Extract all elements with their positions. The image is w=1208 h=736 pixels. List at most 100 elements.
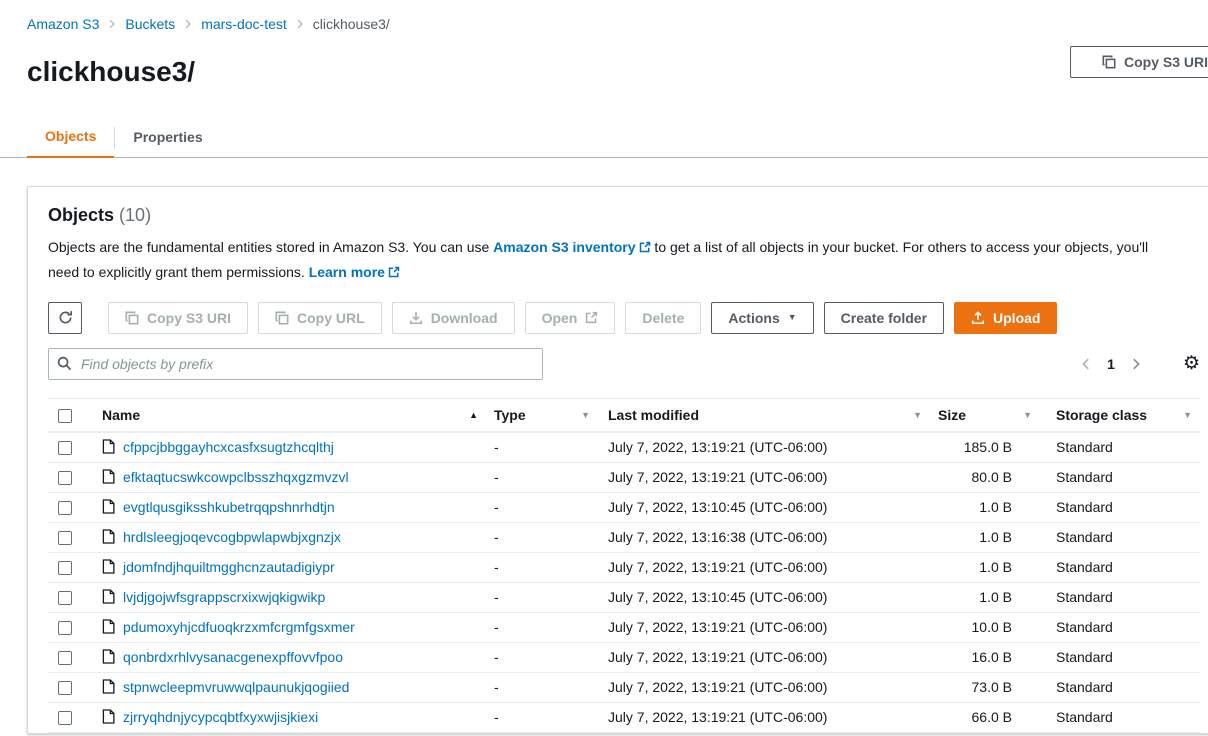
column-header-last-modified[interactable]: Last modified [608,407,699,423]
tab-objects[interactable]: Objects [27,128,114,158]
column-header-size[interactable]: Size [938,407,966,423]
object-size: 73.0 B [930,672,1040,702]
table-row: jdomfndjhquiltmgghcnzautadigiypr-July 7,… [48,552,1200,582]
sort-ascending-icon[interactable]: ▲ [469,410,478,420]
chevron-right-icon [183,19,193,29]
object-size: 80.0 B [930,462,1040,492]
table-row: lvjdjgojwfsgrappscrxixwjqkigwikp -July 7,… [48,582,1200,612]
object-storage-class: Standard [1040,432,1200,462]
row-checkbox[interactable] [58,441,72,455]
object-name-link[interactable]: stpnwcleepmvruwwqlpaunukjqogiied [123,679,349,695]
file-icon [102,529,115,544]
object-storage-class: Standard [1040,612,1200,642]
upload-button[interactable]: Upload [954,302,1057,334]
object-type: - [486,582,598,612]
file-icon [102,469,115,484]
sort-icon[interactable]: ▼ [913,410,922,420]
chevron-right-icon [107,19,117,29]
external-link-icon [585,311,598,324]
object-last-modified: July 7, 2022, 13:10:45 (UTC-06:00) [598,492,930,522]
chevron-right-icon [295,19,305,29]
object-name-link[interactable]: zjrryqhdnjycypcqbtfxyxwjisjkiexi [123,709,318,725]
download-button[interactable]: Download [392,302,515,334]
object-type: - [486,672,598,702]
row-checkbox[interactable] [58,591,72,605]
object-type: - [486,612,598,642]
pagination: 1 ⚙ [1079,354,1200,373]
select-all-checkbox[interactable] [58,409,72,423]
settings-gear-icon[interactable]: ⚙ [1183,354,1200,373]
breadcrumb: Amazon S3 Buckets mars-doc-test clickhou… [0,0,1208,32]
refresh-button[interactable] [48,302,82,334]
column-header-name[interactable]: Name [102,407,140,423]
copy-url-button[interactable]: Copy URL [258,302,382,334]
page-number[interactable]: 1 [1107,356,1115,372]
object-last-modified: July 7, 2022, 13:19:21 (UTC-06:00) [598,432,930,462]
object-last-modified: July 7, 2022, 13:19:21 (UTC-06:00) [598,462,930,492]
object-type: - [486,642,598,672]
copy-icon [1102,55,1116,69]
row-checkbox[interactable] [58,561,72,575]
copy-s3-uri-header-button[interactable]: Copy S3 URI [1070,46,1208,78]
object-name-link[interactable]: lvjdjgojwfsgrappscrxixwjqkigwikp [123,589,325,605]
table-row: efktaqtucswkcowpclbsszhqxgzmvzvl -July 7,… [48,462,1200,492]
object-name-link[interactable]: pdumoxyhjcdfuoqkrzxmfcrgmfgsxmer [123,619,355,635]
object-type: - [486,552,598,582]
object-name-link[interactable]: cfppcjbbggayhcxcasfxsugtzhcqlthj [123,439,334,455]
row-checkbox[interactable] [58,621,72,635]
object-size: 1.0 B [930,552,1040,582]
object-storage-class: Standard [1040,492,1200,522]
objects-panel: Objects (10) Objects are the fundamental… [27,186,1208,734]
page-header: clickhouse3/ [0,32,1208,88]
row-checkbox[interactable] [58,681,72,695]
column-header-storage-class[interactable]: Storage class [1056,407,1147,423]
breadcrumb-buckets[interactable]: Buckets [125,16,175,32]
breadcrumb-amazon-s3[interactable]: Amazon S3 [27,16,99,32]
tab-properties[interactable]: Properties [115,129,220,157]
row-checkbox[interactable] [58,471,72,485]
object-name-link[interactable]: jdomfndjhquiltmgghcnzautadigiypr [123,559,335,575]
file-icon [102,649,115,664]
table-row: qonbrdxrhlvysanacgenexpffovvfpoo-July 7,… [48,642,1200,672]
delete-button[interactable]: Delete [625,302,701,334]
copy-icon [125,311,139,325]
object-last-modified: July 7, 2022, 13:19:21 (UTC-06:00) [598,672,930,702]
search-box [48,348,543,380]
objects-description: Objects are the fundamental entities sto… [48,236,1183,286]
learn-more-link[interactable]: Learn more [309,264,400,280]
table-row: stpnwcleepmvruwwqlpaunukjqogiied -July 7,… [48,672,1200,702]
file-icon [102,439,115,454]
create-folder-button[interactable]: Create folder [824,302,944,334]
object-type: - [486,462,598,492]
copy-s3-uri-button[interactable]: Copy S3 URI [108,302,248,334]
table-header-row: Name ▲ Type ▼ Last modified ▼ Size ▼ [48,398,1200,432]
row-checkbox[interactable] [58,711,72,725]
object-name-link[interactable]: efktaqtucswkcowpclbsszhqxgzmvzvl [123,469,349,485]
search-input[interactable] [48,348,543,380]
object-name-link[interactable]: evgtlqusgiksshkubetrqqpshnrhdtjn [123,499,335,515]
previous-page-button[interactable] [1079,357,1093,371]
row-checkbox[interactable] [58,501,72,515]
sort-icon[interactable]: ▼ [1183,410,1192,420]
row-checkbox[interactable] [58,531,72,545]
row-checkbox[interactable] [58,651,72,665]
actions-dropdown-button[interactable]: Actions ▼ [711,302,813,334]
objects-toolbar: Copy S3 URI Copy URL Download Open [48,302,1200,334]
external-link-icon [639,240,651,256]
page-title: clickhouse3/ [27,56,1208,88]
object-storage-class: Standard [1040,642,1200,672]
table-row: zjrryqhdnjycypcqbtfxyxwjisjkiexi-July 7,… [48,702,1200,732]
object-storage-class: Standard [1040,582,1200,612]
object-name-link[interactable]: hrdlsleegjoqevcogbpwlapwbjxgnzjx [123,529,341,545]
sort-icon[interactable]: ▼ [1023,410,1032,420]
object-last-modified: July 7, 2022, 13:10:45 (UTC-06:00) [598,582,930,612]
sort-icon[interactable]: ▼ [581,410,590,420]
search-icon [57,356,72,374]
open-button[interactable]: Open [525,302,616,334]
column-header-type[interactable]: Type [494,407,526,423]
object-size: 1.0 B [930,522,1040,552]
s3-inventory-link[interactable]: Amazon S3 inventory [493,239,650,255]
next-page-button[interactable] [1129,357,1143,371]
object-name-link[interactable]: qonbrdxrhlvysanacgenexpffovvfpoo [123,649,343,665]
breadcrumb-bucket-name[interactable]: mars-doc-test [201,16,287,32]
